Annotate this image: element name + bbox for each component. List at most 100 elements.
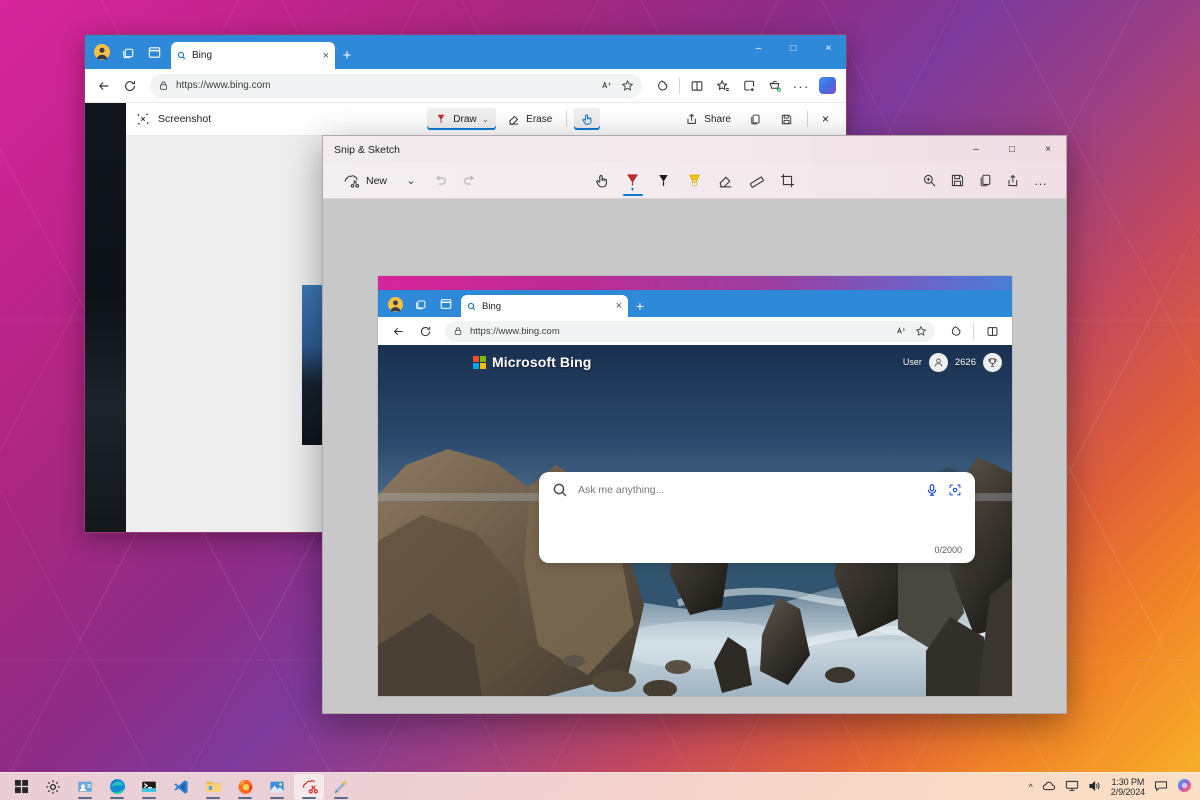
microphone-icon[interactable] (925, 483, 939, 497)
photos-button[interactable] (262, 774, 292, 800)
settings-button[interactable] (38, 774, 68, 800)
screenshot-close-button[interactable]: × (815, 108, 836, 130)
paint-button[interactable] (326, 774, 356, 800)
bing-search-placeholder: Ask me anything... (578, 484, 915, 496)
snip-sketch-button[interactable] (294, 774, 324, 800)
touch-writing-toggle[interactable] (574, 108, 600, 130)
snip-minimize-button[interactable]: – (958, 136, 994, 163)
edge-close-button[interactable]: × (811, 35, 846, 61)
new-snip-button[interactable]: New (335, 168, 395, 194)
file-explorer-button[interactable] (198, 774, 228, 800)
firefox-icon (237, 778, 254, 795)
copilot-icon[interactable] (1177, 778, 1192, 795)
running-indicator (78, 797, 92, 799)
draw-button[interactable]: Draw ⌄ (427, 108, 496, 130)
snip-maximize-button[interactable]: □ (994, 136, 1030, 163)
crop-icon (779, 172, 796, 189)
bing-search-input-row[interactable]: Ask me anything... (539, 472, 975, 508)
redo-button[interactable] (456, 168, 482, 194)
bing-search-box[interactable]: Ask me anything... 0/2000 (539, 472, 975, 563)
draw-caret-icon[interactable]: ⌄ (482, 114, 490, 125)
taskbar-clock[interactable]: 1:30 PM 2/9/2024 (1111, 777, 1145, 797)
edge-window-controls: – □ × (741, 35, 846, 69)
vscode-button[interactable] (166, 774, 196, 800)
visual-search-icon[interactable] (948, 483, 962, 497)
search-icon (177, 51, 186, 60)
running-indicator (110, 797, 124, 799)
captured-screenshot-image[interactable]: Bing × + (378, 276, 1012, 696)
terminal-button[interactable] (134, 774, 164, 800)
edge-tab-close-icon[interactable]: × (323, 50, 329, 62)
running-indicator (206, 797, 220, 799)
capture-new-tab-icon: + (628, 295, 652, 317)
screenshot-bar-tools: Draw ⌄ Erase (427, 108, 836, 130)
eraser-tool[interactable] (712, 166, 740, 196)
eraser-icon (507, 112, 521, 126)
split-screen-icon[interactable] (685, 74, 709, 98)
bing-logo[interactable]: Microsoft Bing (473, 354, 591, 370)
more-options-icon[interactable]: ··· (789, 74, 813, 98)
capture-split-screen-icon (980, 319, 1004, 343)
highlighter-tool[interactable] (681, 166, 709, 196)
windows-taskbar[interactable]: ^ 1:30 PM 2/9/2024 (0, 772, 1200, 800)
back-button[interactable] (92, 74, 116, 98)
profile-avatar-icon[interactable] (89, 37, 115, 67)
running-indicator (142, 797, 156, 799)
touch-writing-tool[interactable] (588, 166, 616, 196)
split-screen-tab-icon[interactable] (141, 37, 167, 67)
share-button[interactable]: Share (678, 108, 738, 130)
new-snip-dropdown-icon[interactable]: ⌄ (398, 168, 424, 194)
save-as-button[interactable] (944, 168, 970, 194)
crop-tool[interactable] (774, 166, 802, 196)
pen-options-caret-icon[interactable]: ▾ (631, 186, 634, 193)
capture-browser-essentials-icon (943, 319, 967, 343)
snip-close-button[interactable]: × (1030, 136, 1066, 163)
add-favorite-icon[interactable] (737, 74, 761, 98)
tray-overflow-button[interactable]: ^ (1029, 782, 1033, 792)
capture-navigation-toolbar: https://www.bing.com (378, 317, 1012, 345)
firefox-button[interactable] (230, 774, 260, 800)
copy-button[interactable] (972, 168, 998, 194)
collections-icon[interactable] (711, 74, 735, 98)
network-icon[interactable] (1065, 780, 1079, 794)
capture-tab-label: Bing (482, 301, 610, 312)
start-button[interactable] (6, 774, 36, 800)
notification-icon[interactable] (1154, 780, 1168, 794)
edge-button[interactable] (102, 774, 132, 800)
address-bar-text: https://www.bing.com (176, 80, 594, 91)
snip-title-bar[interactable]: Snip & Sketch – □ × (323, 136, 1066, 163)
save-button[interactable] (773, 108, 800, 130)
snip-canvas-area[interactable]: Bing × + (323, 199, 1066, 713)
shopping-icon[interactable] (763, 74, 787, 98)
edge-tab[interactable]: Bing × (171, 42, 335, 69)
snip-and-sketch-window[interactable]: Snip & Sketch – □ × New ⌄ (322, 135, 1067, 714)
pencil-tool[interactable] (650, 166, 678, 196)
favorite-star-icon[interactable] (621, 79, 634, 92)
erase-button[interactable]: Erase (500, 108, 559, 130)
copy-button[interactable] (742, 108, 769, 130)
volume-icon[interactable] (1088, 780, 1102, 794)
teams-chat-button[interactable] (70, 774, 100, 800)
share-button[interactable] (1000, 168, 1026, 194)
new-tab-button[interactable]: + (335, 42, 359, 68)
copilot-button[interactable] (815, 74, 839, 98)
read-aloud-icon[interactable] (601, 79, 614, 92)
tab-actions-icon[interactable] (115, 37, 141, 67)
onedrive-icon[interactable] (1042, 780, 1056, 794)
microsoft-logo-icon (473, 356, 486, 369)
zoom-button[interactable] (916, 168, 942, 194)
see-more-button[interactable]: … (1028, 168, 1054, 194)
edge-maximize-button[interactable]: □ (776, 35, 811, 61)
edge-minimize-button[interactable]: – (741, 35, 776, 61)
draw-button-label: Draw (453, 114, 476, 125)
vscode-icon (173, 779, 189, 795)
character-counter: 0/2000 (934, 545, 962, 555)
address-bar[interactable]: https://www.bing.com (150, 74, 642, 98)
undo-button[interactable] (427, 168, 453, 194)
touch-writing-icon (593, 172, 610, 189)
ruler-tool[interactable] (743, 166, 771, 196)
browser-essentials-icon[interactable] (650, 74, 674, 98)
ballpoint-pen-tool[interactable]: ▾ (619, 166, 647, 196)
reload-button[interactable] (118, 74, 142, 98)
running-indicator (270, 797, 284, 799)
